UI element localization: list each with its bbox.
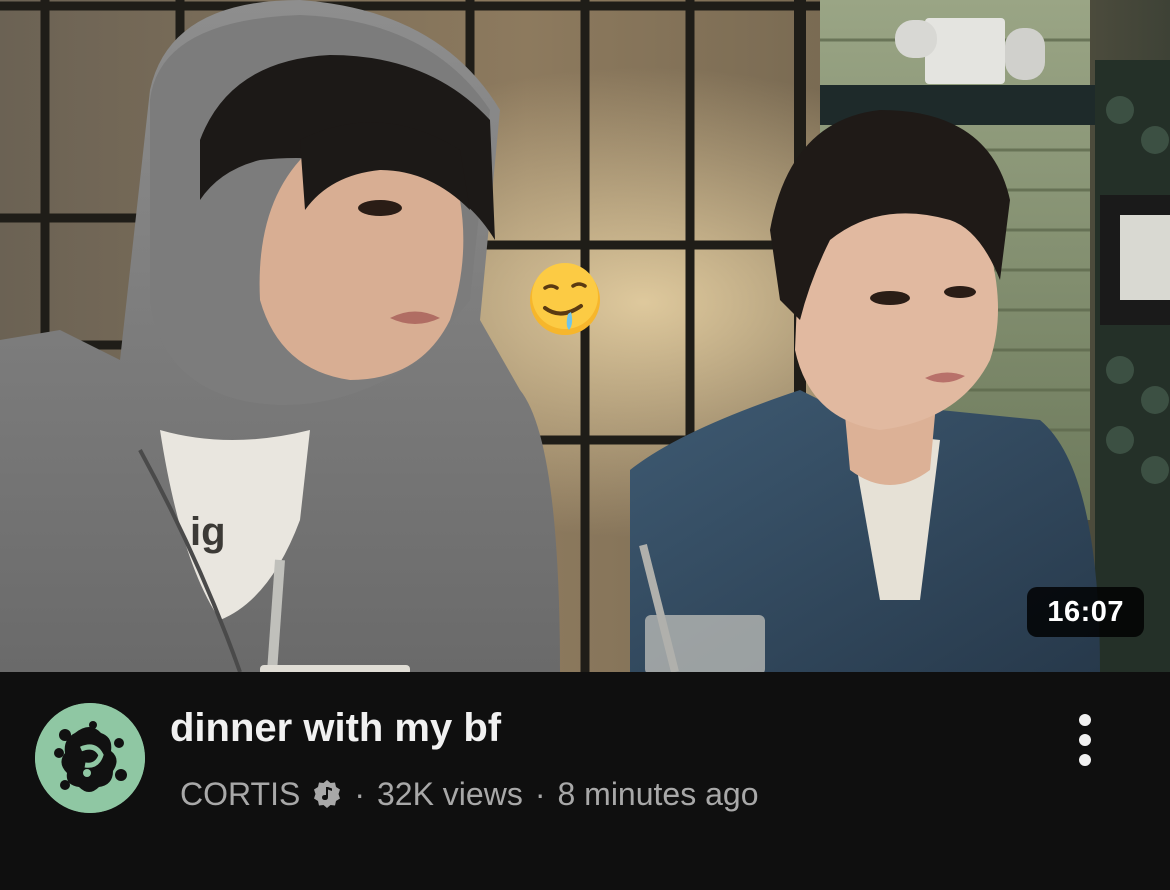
vertical-ellipsis-icon: [1079, 714, 1091, 726]
channel-logo-icon: [35, 703, 145, 813]
svg-text:ig: ig: [190, 510, 226, 554]
vertical-ellipsis-icon: [1079, 754, 1091, 766]
view-count: 32K views: [376, 775, 523, 812]
duration-badge: 16:07: [1027, 587, 1144, 637]
music-verified-icon: [314, 780, 341, 808]
more-options-button[interactable]: [1060, 712, 1110, 768]
video-subline: CORTIS · 32K views · 8 minutes ago: [180, 772, 770, 816]
separator-dot: ·: [354, 775, 365, 812]
video-thumbnail[interactable]: ig 16:07: [0, 0, 1170, 672]
drooling-face-emoji: [530, 263, 600, 335]
video-card[interactable]: ig 16:07 dinner with my bf CORTIS · 32K …: [0, 0, 1170, 890]
upload-time: 8 minutes ago: [557, 775, 759, 812]
channel-avatar[interactable]: [35, 703, 145, 813]
vertical-ellipsis-icon: [1079, 734, 1091, 746]
separator-dot: ·: [534, 775, 546, 812]
video-metadata: dinner with my bf CORTIS · 32K views · 8…: [0, 672, 1170, 890]
channel-name[interactable]: CORTIS: [180, 776, 300, 813]
video-title[interactable]: dinner with my bf: [170, 702, 501, 754]
